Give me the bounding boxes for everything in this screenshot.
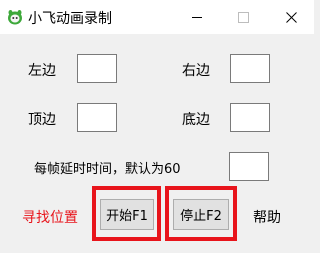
help-link[interactable]: 帮助 [253,207,281,227]
top-input[interactable] [77,103,117,132]
maximize-icon [237,11,249,23]
find-position-link[interactable]: 寻找位置 [22,207,78,227]
delay-input[interactable] [229,152,269,181]
app-window: 小飞动画录制 左边 右边 顶边 底边 每帧延时时间，默认为60 寻找位置 开始F… [0,0,314,253]
close-icon [285,11,297,23]
start-button[interactable]: 开始F1 [100,199,154,230]
top-label: 顶边 [28,112,56,128]
stop-button[interactable]: 停止F2 [173,199,229,230]
app-icon [8,10,22,25]
delay-label: 每帧延时时间，默认为60 [34,162,181,177]
right-input[interactable] [230,54,270,83]
close-button[interactable] [268,0,314,34]
left-input[interactable] [77,54,117,83]
right-label: 右边 [182,63,210,79]
window-title: 小飞动画录制 [28,11,112,27]
minimize-button[interactable] [174,0,220,34]
bottom-label: 底边 [182,112,210,128]
minimize-icon [192,16,202,18]
title-bar[interactable]: 小飞动画录制 [0,0,314,34]
maximize-button[interactable] [220,0,266,34]
left-label: 左边 [28,63,56,79]
bottom-input[interactable] [230,103,270,132]
